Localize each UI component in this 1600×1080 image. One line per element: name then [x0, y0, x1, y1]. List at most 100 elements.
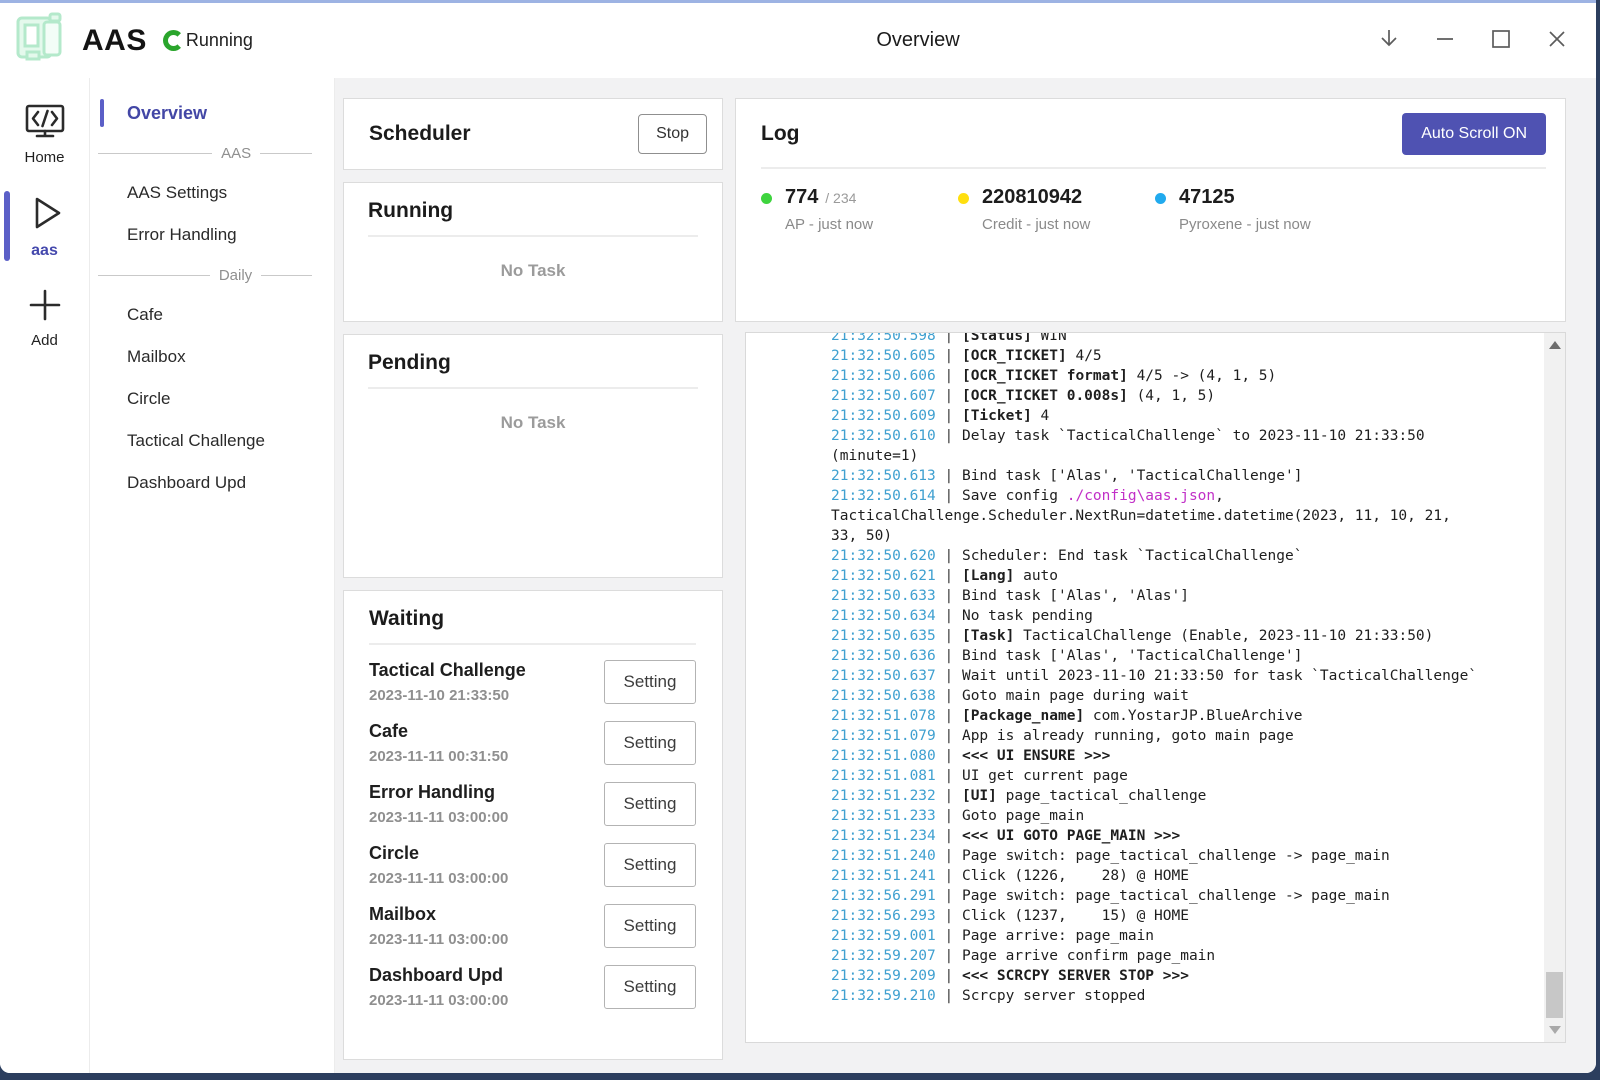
waiting-task-row: Circle2023-11-11 03:00:00Setting — [369, 834, 696, 895]
rail-item-home[interactable]: Home — [0, 98, 89, 171]
log-entry: INFO21:32:51.241 | Click (1226, 28) @ HO… — [759, 866, 1531, 886]
log-message: <<< SCRCPY SERVER STOP >>> — [962, 968, 1189, 984]
log-separator: | — [936, 332, 962, 344]
log-separator: | — [936, 408, 962, 424]
stat-value: 774 — [785, 186, 818, 208]
stat-body: 47125Pyroxene - just now — [1179, 186, 1311, 233]
log-entry: INFO21:32:50.636 | Bind task ['Alas', 'T… — [759, 646, 1531, 666]
log-separator: | — [936, 468, 962, 484]
minimize-button[interactable] — [1430, 26, 1460, 56]
log-message: 4/5 -> (4, 1, 5) — [1128, 368, 1276, 384]
log-message: Click (1226, 28) @ HOME — [962, 868, 1189, 884]
sidebar-item-cafe[interactable]: Cafe — [90, 294, 334, 336]
close-button[interactable] — [1542, 26, 1572, 56]
waiting-task-name: Dashboard Upd — [369, 965, 508, 986]
waiting-task-row: Cafe2023-11-11 00:31:50Setting — [369, 712, 696, 773]
log-level: INFO — [759, 766, 831, 786]
setting-button[interactable]: Setting — [604, 782, 696, 826]
log-message: Goto main page during wait — [962, 688, 1189, 704]
maximize-icon — [1488, 26, 1514, 55]
waiting-task-info: Error Handling2023-11-11 03:00:00 — [369, 782, 508, 826]
log-message: Bind task ['Alas', 'TacticalChallenge'] — [962, 468, 1302, 484]
main-content: Scheduler Stop Running No Task Pending N… — [335, 78, 1596, 1073]
log-timestamp: 21:32:51.080 — [831, 748, 936, 764]
setting-button[interactable]: Setting — [604, 843, 696, 887]
setting-button[interactable]: Setting — [604, 965, 696, 1009]
maximize-button[interactable] — [1486, 26, 1516, 56]
sidebar-section-aas: AAS — [90, 134, 334, 172]
log-separator: | — [936, 588, 962, 604]
app-logo-icon — [14, 11, 68, 70]
scroll-up-button[interactable] — [1544, 335, 1565, 355]
sidebar-item-aas-settings[interactable]: AAS Settings — [90, 172, 334, 214]
log-timestamp: 21:32:59.207 — [831, 948, 936, 964]
log-message: [OCR_TICKET 0.008s] — [962, 388, 1128, 404]
log-separator: | — [936, 548, 962, 564]
log-panel: Log Auto Scroll ON 774 / 234AP - just no… — [735, 98, 1566, 322]
log-message: [Task] — [962, 628, 1014, 644]
setting-button[interactable]: Setting — [604, 721, 696, 765]
log-message: Wait until 2023-11-10 21:33:50 for task … — [962, 668, 1477, 684]
log-lines: INFO21:32:50.598 | [Status] WININFO21:32… — [759, 332, 1531, 1006]
stat-value-line: 774 / 234 — [785, 186, 873, 209]
log-timestamp: 21:32:50.605 — [831, 348, 936, 364]
auto-scroll-toggle[interactable]: Auto Scroll ON — [1402, 113, 1546, 155]
sidebar-item-dashboard-upd[interactable]: Dashboard Upd — [90, 462, 334, 504]
waiting-task-row: Tactical Challenge2023-11-10 21:33:50Set… — [369, 651, 696, 712]
waiting-task-name: Circle — [369, 843, 508, 864]
waiting-task-next-run: 2023-11-11 03:00:00 — [369, 809, 508, 826]
triangle-up-icon — [1549, 341, 1561, 349]
log-level: INFO — [759, 466, 831, 486]
running-spinner-icon — [163, 30, 184, 51]
log-level: INFO — [759, 406, 831, 426]
stop-button[interactable]: Stop — [638, 114, 707, 154]
log-level: INFO — [759, 846, 831, 866]
scrollbar-thumb[interactable] — [1546, 972, 1563, 1018]
sidebar-item-error-handling[interactable]: Error Handling — [90, 214, 334, 256]
log-timestamp: 21:32:50.606 — [831, 368, 936, 384]
rail-item-add[interactable]: Add — [0, 281, 89, 354]
log-level: INFO — [759, 786, 831, 806]
sidebar-item-mailbox[interactable]: Mailbox — [90, 336, 334, 378]
log-message: App is already running, goto main page — [962, 728, 1294, 744]
log-message: Page arrive: page_main — [962, 928, 1154, 944]
triangle-down-icon — [1549, 1026, 1561, 1034]
log-timestamp: 21:32:51.240 — [831, 848, 936, 864]
log-message: <<< UI GOTO PAGE_MAIN >>> — [962, 828, 1180, 844]
sidebar-item-circle[interactable]: Circle — [90, 378, 334, 420]
rail-item-label: Home — [24, 149, 64, 166]
log-timestamp: 21:32:51.234 — [831, 828, 936, 844]
log-separator: | — [936, 648, 962, 664]
stat-value: 220810942 — [982, 186, 1082, 208]
rail-item-label: aas — [31, 242, 58, 260]
log-timestamp: 21:32:50.634 — [831, 608, 936, 624]
waiting-task-row: Error Handling2023-11-11 03:00:00 Setting — [369, 773, 696, 834]
sidebar-item-tactical-challenge[interactable]: Tactical Challenge — [90, 420, 334, 462]
log-timestamp: 21:32:50.637 — [831, 668, 936, 684]
download-update-button[interactable] — [1374, 26, 1404, 56]
stat-body: 220810942Credit - just now — [982, 186, 1090, 233]
setting-button[interactable]: Setting — [604, 904, 696, 948]
stat-item: 47125Pyroxene - just now — [1155, 186, 1352, 233]
setting-button[interactable]: Setting — [604, 660, 696, 704]
log-entry: INFO21:32:50.609 | [Ticket] 4 — [759, 406, 1531, 426]
log-separator: | — [936, 388, 962, 404]
log-entry: INFO21:32:51.081 | UI get current page — [759, 766, 1531, 786]
vertical-scrollbar[interactable] — [1544, 333, 1565, 1042]
log-timestamp: 21:32:50.638 — [831, 688, 936, 704]
pending-title: Pending — [368, 351, 698, 375]
log-level: INFO — [759, 606, 831, 626]
log-level: INFO — [759, 346, 831, 366]
titlebar: AAS Running Overview — [0, 3, 1596, 78]
rail-item-aas[interactable]: aas — [0, 187, 89, 265]
log-level: INFO — [759, 966, 831, 986]
scroll-down-button[interactable] — [1544, 1020, 1565, 1040]
divider — [761, 167, 1546, 169]
log-level: INFO — [759, 666, 831, 686]
log-entry: INFO21:32:59.210 | Scrcpy server stopped — [759, 986, 1531, 1006]
log-message: UI get current page — [962, 768, 1128, 784]
sidebar-item-overview[interactable]: Overview — [90, 92, 334, 134]
log-level: INFO — [759, 706, 831, 726]
app-body: HomeaasAdd OverviewAASAAS SettingsError … — [0, 78, 1596, 1073]
log-console[interactable]: INFO21:32:50.598 | [Status] WININFO21:32… — [745, 332, 1566, 1043]
